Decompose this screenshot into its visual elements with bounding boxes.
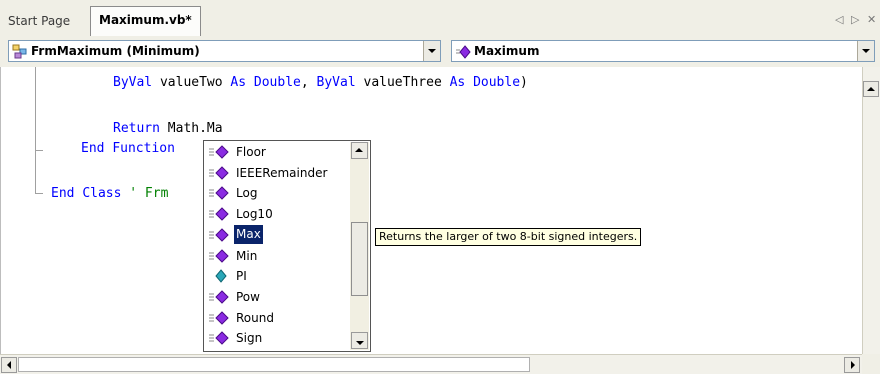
quick-info-tooltip: Returns the larger of two 8-bit signed i…: [375, 228, 642, 246]
method-name-value: Maximum: [474, 44, 540, 58]
scroll-up-button[interactable]: [863, 81, 879, 97]
chevron-down-icon: [428, 49, 436, 53]
completion-item-pow[interactable]: Pow: [205, 287, 348, 307]
completion-item-label: Min: [236, 248, 258, 263]
method-icon: [209, 165, 229, 180]
tab-scroll-right-icon[interactable]: ▷: [851, 8, 859, 32]
completion-item-round[interactable]: Round: [205, 308, 348, 328]
class-name-dropdown[interactable]: FrmMaximum (Minimum): [8, 40, 441, 62]
method-icon: [209, 207, 229, 221]
editor-horizontal-scrollbar[interactable]: [0, 354, 862, 374]
arrow-left-icon: [7, 361, 11, 369]
completion-item-max[interactable]: Max: [205, 224, 348, 245]
completion-item-label: PI: [236, 269, 247, 284]
completion-item-sign[interactable]: Sign: [205, 328, 348, 348]
completion-scroll-down-button[interactable]: [351, 332, 368, 349]
intellisense-completion-list[interactable]: Floor IEEERemainder Log Log10 Max Min PI Pow Rou…: [203, 140, 371, 352]
scroll-left-button[interactable]: [1, 357, 17, 373]
code-line-1: ByVal valueTwo As Double, ByVal valueThr…: [113, 75, 528, 90]
class-name-value: FrmMaximum (Minimum): [31, 44, 200, 58]
tab-scroll-left-icon[interactable]: ◁: [835, 8, 843, 32]
method-icon: [209, 248, 229, 263]
arrow-right-icon: [851, 361, 855, 369]
code-line-end-function: End Function: [81, 141, 175, 156]
tab-start-page[interactable]: Start Page: [2, 8, 76, 35]
method-icon: [209, 145, 229, 159]
completion-item-label: Round: [236, 310, 274, 325]
completion-item-label: Log10: [236, 207, 273, 222]
completion-item-label: Max: [234, 224, 263, 244]
code-line-end-class: End Class ' Frm: [51, 186, 169, 201]
completion-item-label: Pow: [236, 289, 260, 304]
tab-maximum-vb[interactable]: Maximum.vb*: [90, 6, 201, 36]
method-icon: [209, 290, 229, 304]
completion-item-label: Log: [236, 186, 258, 201]
scrollbar-corner: [862, 354, 880, 374]
navigation-bar: FrmMaximum (Minimum) Maximum: [0, 36, 880, 67]
completion-item-min[interactable]: Min: [205, 246, 348, 266]
completion-item-label: Floor: [236, 145, 266, 159]
chevron-down-icon: [862, 49, 870, 53]
method-icon: [456, 45, 471, 59]
code-line-return: Return Math.Ma: [113, 121, 223, 136]
completion-item-log[interactable]: Log: [205, 183, 348, 203]
method-name-dropdown[interactable]: Maximum: [451, 40, 875, 62]
outline-guide-end: [35, 193, 43, 194]
code-editor[interactable]: ByVal valueTwo As Double, ByVal valueThr…: [0, 67, 862, 354]
completion-item-ieeeremainder[interactable]: IEEERemainder: [205, 163, 348, 183]
completion-list-scrollbar[interactable]: [350, 142, 369, 350]
editor-vertical-scrollbar[interactable]: [862, 67, 880, 354]
close-icon[interactable]: ✕: [867, 8, 876, 32]
completion-item-label: IEEERemainder: [236, 165, 328, 180]
method-icon: [209, 228, 229, 242]
completion-item-floor[interactable]: Floor: [205, 142, 348, 162]
outline-guide: [35, 67, 36, 194]
completion-scroll-up-button[interactable]: [351, 142, 368, 159]
completion-item-pi[interactable]: PI: [205, 266, 348, 286]
chevron-down-icon: [356, 341, 364, 345]
class-dropdown-button[interactable]: [423, 41, 440, 61]
horizontal-scroll-thumb[interactable]: [18, 357, 530, 372]
method-dropdown-button[interactable]: [857, 41, 874, 61]
completion-item-log10[interactable]: Log10: [205, 204, 348, 224]
arrow-up-icon: [867, 87, 875, 91]
class-icon: [12, 44, 27, 59]
arrow-up-icon: [355, 148, 363, 152]
completion-item-label: Sign: [236, 331, 263, 346]
method-icon: [209, 186, 229, 201]
completion-scroll-thumb[interactable]: [351, 222, 368, 296]
method-icon: [209, 310, 229, 325]
scroll-right-button[interactable]: [844, 357, 860, 373]
document-tab-strip: Start Page Maximum.vb* ◁ ▷ ✕: [0, 0, 880, 37]
constant-icon: [215, 269, 227, 283]
outline-guide-tick: [35, 150, 43, 151]
method-icon: [209, 331, 229, 346]
